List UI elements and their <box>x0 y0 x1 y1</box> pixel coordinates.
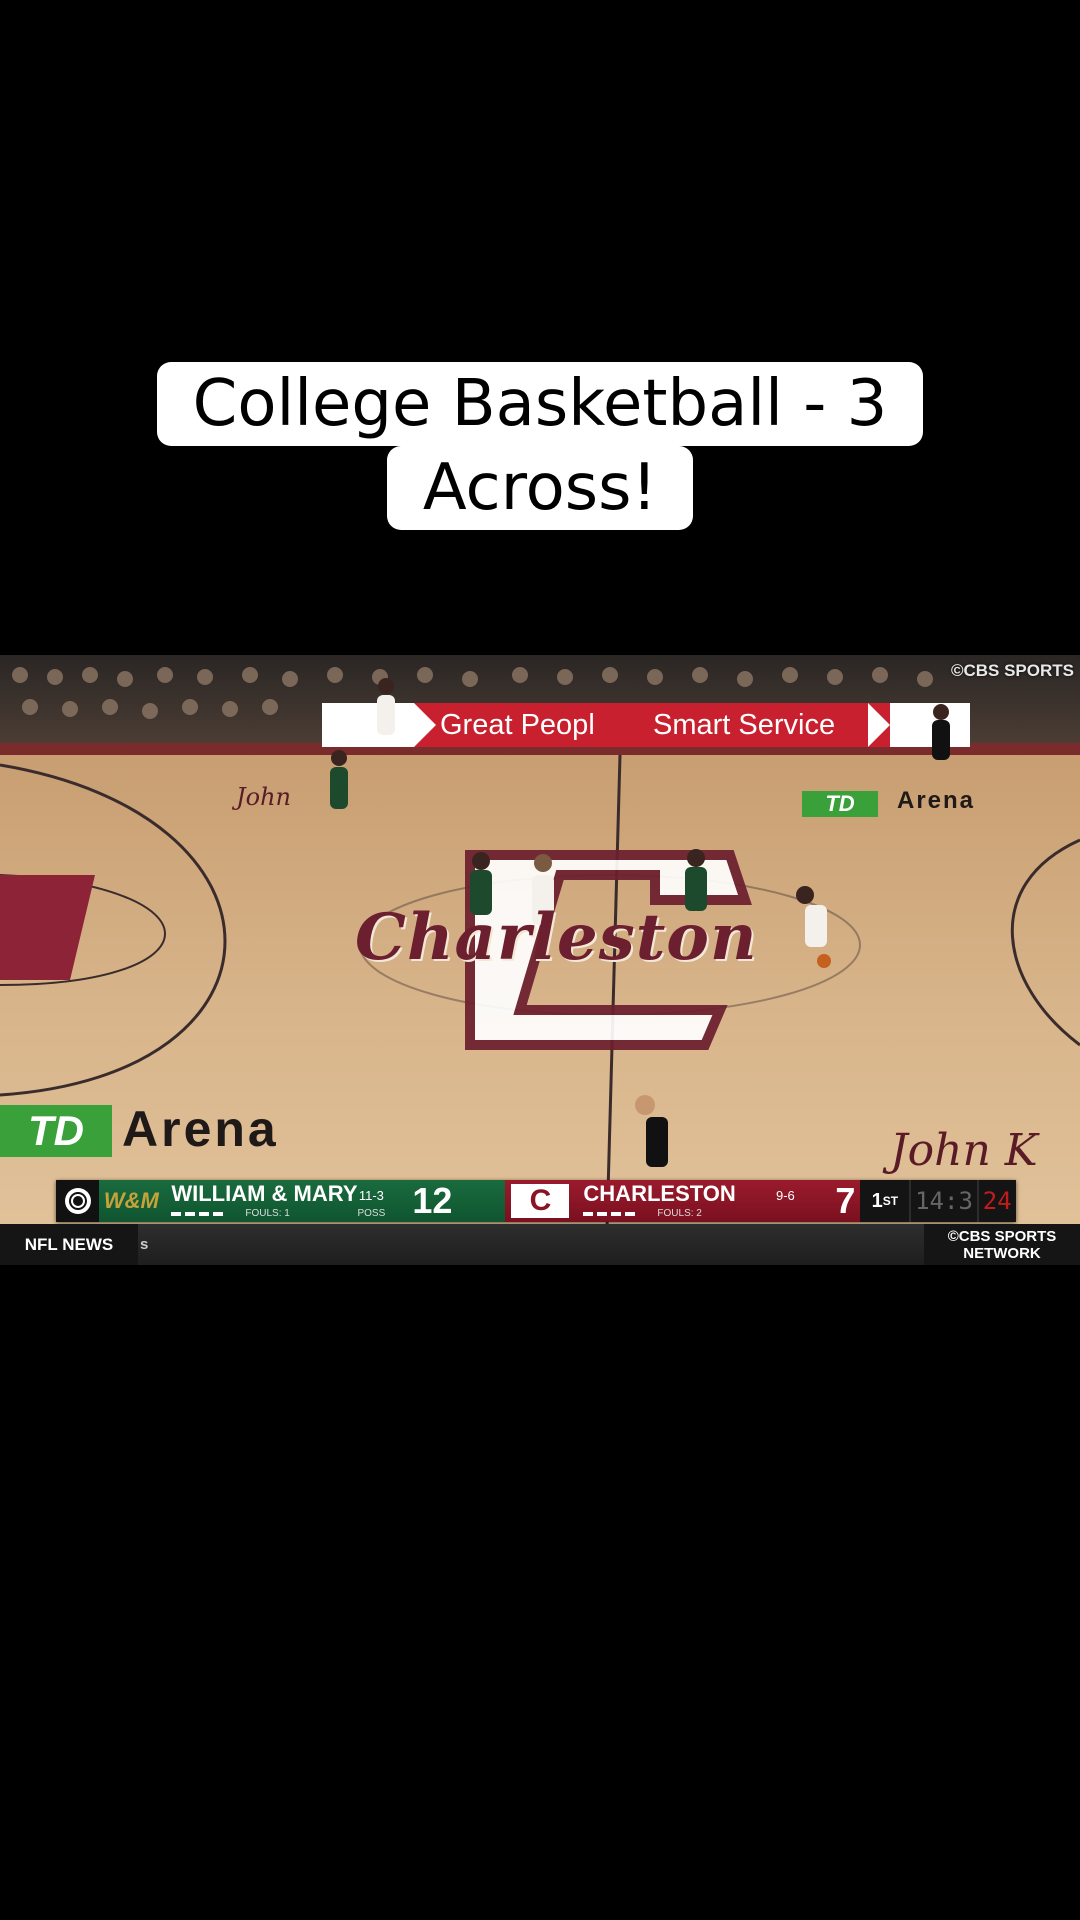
court-script-left: John <box>236 783 291 811</box>
cbs-eye-icon <box>64 1188 91 1214</box>
basketball <box>817 954 831 968</box>
court-script-right: John K <box>890 1125 1038 1176</box>
news-ticker: NFL NEWS s ©CBS SPORTS NETWORK <box>0 1224 1080 1265</box>
home-fouls: FOULS: 2 <box>657 1208 702 1219</box>
timeout-indicator <box>213 1211 224 1216</box>
period-number: 1 <box>871 1189 883 1212</box>
scorebug: W&M WILLIAM & MARY FOULS: 1 11-3 POSS 12… <box>56 1180 1016 1222</box>
away-team-name: WILLIAM & MARY <box>171 1181 358 1206</box>
td-logo-right: TD <box>802 791 878 817</box>
timeout-indicator <box>171 1211 182 1216</box>
period-suffix: ST <box>882 1194 899 1208</box>
arena-wordmark-left: Arena <box>122 1101 279 1157</box>
td-logo-left: TD <box>0 1105 112 1157</box>
ad-board-text: Great Peopl Smart Service <box>320 703 970 747</box>
home-team-logo: C <box>511 1184 570 1218</box>
away-fouls: FOULS: 1 <box>245 1208 290 1219</box>
timeout-indicator <box>597 1211 608 1216</box>
home-record: 9-6 <box>776 1188 795 1203</box>
floor-wordmark: Charleston <box>355 900 758 975</box>
caption-line-2: Across! <box>386 446 694 530</box>
network-logo <box>56 1180 100 1222</box>
home-team-panel: C CHARLESTON FOULS: 2 9-6 7 <box>505 1180 861 1222</box>
away-record: 11-3 <box>358 1188 384 1203</box>
timeout-indicator <box>583 1211 594 1216</box>
timeout-indicator <box>185 1211 196 1216</box>
timeout-indicator <box>199 1211 210 1216</box>
ad-text-1: Great Peopl <box>440 709 595 741</box>
ticker-label: NFL NEWS <box>0 1224 138 1265</box>
ticker-text: s <box>140 1236 149 1253</box>
network-logo-line-1: ©CBS SPORTS <box>947 1228 1057 1245</box>
home-timeouts: FOULS: 2 <box>583 1208 702 1219</box>
video-frame[interactable]: ©CBS SPORTS Great Peopl Smart Service Ch… <box>0 655 1080 1265</box>
caption-line-1: College Basketball - 3 <box>156 362 924 446</box>
possession-indicator: POSS <box>357 1208 386 1219</box>
timeout-indicator <box>611 1211 622 1216</box>
away-team-logo: W&M <box>103 1188 159 1213</box>
network-logo-line-2: NETWORK <box>963 1245 1041 1262</box>
home-team-name: CHARLESTON <box>583 1181 736 1206</box>
home-score: 7 <box>835 1180 856 1221</box>
ticker-network-logo: ©CBS SPORTS NETWORK <box>924 1224 1080 1265</box>
network-watermark: ©CBS SPORTS <box>950 661 1074 680</box>
game-clock: 14:3 <box>909 1180 977 1222</box>
away-timeouts: FOULS: 1 <box>171 1208 290 1219</box>
timeout-indicator <box>625 1211 636 1216</box>
away-score: 12 <box>412 1180 453 1221</box>
game-period: 1 ST <box>860 1180 910 1222</box>
shot-clock: 24 <box>976 1180 1016 1222</box>
caption: College Basketball - 3 Across! <box>0 362 1080 530</box>
arena-wordmark-right: Arena <box>897 787 976 814</box>
ad-text-2: Smart Service <box>653 709 836 741</box>
away-team-panel: W&M WILLIAM & MARY FOULS: 1 11-3 POSS 12 <box>99 1180 506 1222</box>
